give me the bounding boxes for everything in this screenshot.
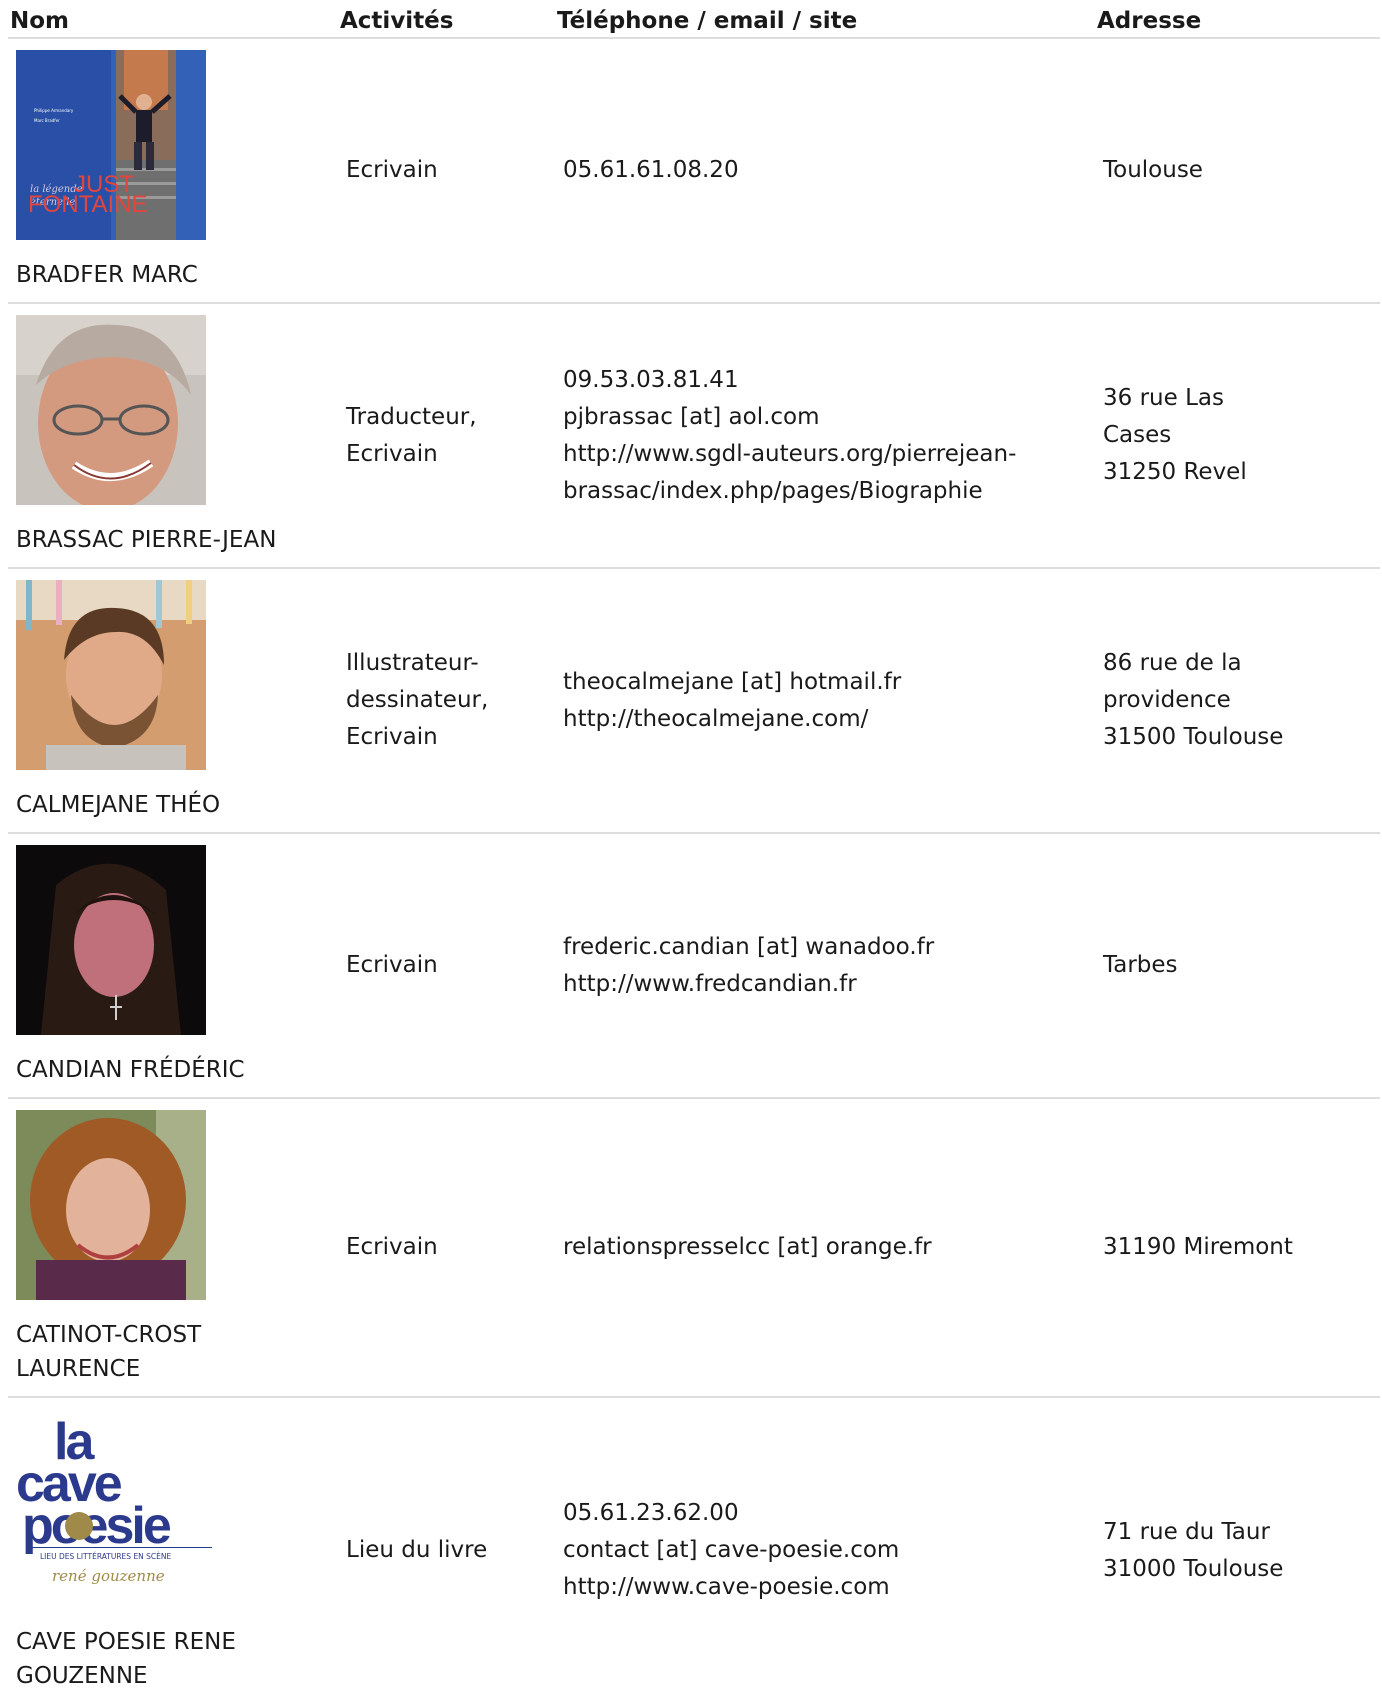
phone-text: 05.61.61.08.20: [563, 157, 739, 183]
website-link[interactable]: http://www.cave-poesie.com: [563, 1569, 1087, 1606]
activity-cell: Illustrateur- dessinateur, Ecrivain: [338, 568, 555, 834]
address-text: 71 rue du Taur: [1103, 1518, 1270, 1545]
person-name[interactable]: BRASSAC PIERRE-JEAN: [16, 523, 330, 557]
name-cell: la cave poesie LIEU DES LITTÉRATURES EN …: [8, 1397, 338, 1703]
address-text: 31500 Toulouse: [1103, 724, 1284, 750]
phone-text: 09.53.03.81.41: [563, 366, 739, 393]
logo-signature: rené gouzenne: [52, 1567, 165, 1585]
activity-text: Traducteur,: [346, 403, 477, 430]
contact-cell: relationspresselcc [at] orange.fr: [555, 1098, 1095, 1398]
person-photo[interactable]: [16, 580, 216, 780]
address-text: Cases: [1103, 422, 1172, 448]
person-photo[interactable]: [16, 315, 216, 515]
person-photo[interactable]: [16, 1110, 216, 1310]
website-link-continued[interactable]: brassac/index.php/pages/Biographie: [563, 473, 1087, 510]
contact-cell: 09.53.03.81.41 pjbrassac [at] aol.com ht…: [555, 303, 1095, 569]
website-link[interactable]: http://theocalmejane.com/: [563, 701, 1087, 738]
contact-cell: 05.61.61.08.20: [555, 38, 1095, 304]
activity-cell: Ecrivain: [338, 38, 555, 304]
email-text: frederic.candian [at] wanadoo.fr: [563, 933, 935, 960]
activity-text: Ecrivain: [346, 440, 438, 467]
activity-cell: Lieu du livre: [338, 1397, 555, 1703]
svg-text:Philippe Armandary: Philippe Armandary: [34, 108, 74, 113]
activity-cell: Ecrivain: [338, 1098, 555, 1398]
address-text: providence: [1103, 687, 1231, 713]
activity-cell: Traducteur, Ecrivain: [338, 303, 555, 569]
activity-cell: Ecrivain: [338, 833, 555, 1099]
table-row: CALMEJANE THÉO Illustrateur- dessinateur…: [8, 568, 1380, 834]
address-cell: Toulouse: [1095, 38, 1380, 304]
header-adresse: Adresse: [1095, 0, 1380, 39]
header-row: Nom Activités Téléphone / email / site A…: [8, 0, 1380, 39]
table-row: Philippe Armandary Marc Bradfer la légen…: [8, 38, 1380, 304]
activity-text: Ecrivain: [346, 724, 438, 750]
name-cell: CATINOT-CROST LAURENCE: [8, 1098, 338, 1398]
table-row: BRASSAC PIERRE-JEAN Traducteur, Ecrivain…: [8, 303, 1380, 569]
person-name[interactable]: BRADFER MARC: [16, 258, 330, 292]
address-cell: Tarbes: [1095, 833, 1380, 1099]
name-cell: BRASSAC PIERRE-JEAN: [8, 303, 338, 569]
contact-cell: 05.61.23.62.00 contact [at] cave-poesie.…: [555, 1397, 1095, 1703]
activity-text: Ecrivain: [346, 1234, 438, 1260]
table-row: CANDIAN FRÉDÉRIC Ecrivain frederic.candi…: [8, 833, 1380, 1099]
phone-text: 05.61.23.62.00: [563, 1500, 739, 1526]
logo-poesie: poesie: [22, 1497, 171, 1555]
cave-poesie-logo[interactable]: la cave poesie LIEU DES LITTÉRATURES EN …: [16, 1409, 216, 1609]
address-text: 86 rue de la: [1103, 650, 1242, 676]
activity-text: Ecrivain: [346, 952, 438, 978]
address-cell: 31190 Miremont: [1095, 1098, 1380, 1398]
name-cell: CANDIAN FRÉDÉRIC: [8, 833, 338, 1099]
address-text: 36 rue Las: [1103, 385, 1224, 411]
contact-cell: frederic.candian [at] wanadoo.fr http://…: [555, 833, 1095, 1099]
address-cell: 71 rue du Taur 31000 Toulouse: [1095, 1397, 1380, 1703]
website-link[interactable]: http://www.fredcandian.fr: [563, 966, 1087, 1003]
table-row: la cave poesie LIEU DES LITTÉRATURES EN …: [8, 1397, 1380, 1703]
activity-text: Illustrateur-: [346, 650, 479, 676]
name-cell: CALMEJANE THÉO: [8, 568, 338, 834]
table-row: CATINOT-CROST LAURENCE Ecrivain relation…: [8, 1098, 1380, 1398]
address-text: Toulouse: [1103, 157, 1203, 183]
name-cell: Philippe Armandary Marc Bradfer la légen…: [8, 38, 338, 304]
directory-table: Nom Activités Téléphone / email / site A…: [8, 0, 1380, 1703]
activity-text: dessinateur,: [346, 687, 489, 713]
activity-text: Ecrivain: [346, 157, 438, 183]
contact-cell: theocalmejane [at] hotmail.fr http://the…: [555, 568, 1095, 834]
email-text: contact [at] cave-poesie.com: [563, 1537, 900, 1563]
person-name[interactable]: CALMEJANE THÉO: [16, 788, 330, 822]
header-contact: Téléphone / email / site: [555, 0, 1095, 39]
address-cell: 36 rue Las Cases 31250 Revel: [1095, 303, 1380, 569]
book-cover-image[interactable]: Philippe Armandary Marc Bradfer la légen…: [16, 50, 216, 250]
address-cell: 86 rue de la providence 31500 Toulouse: [1095, 568, 1380, 834]
address-text: 31190 Miremont: [1103, 1234, 1293, 1260]
address-text: 31000 Toulouse: [1103, 1555, 1284, 1582]
header-activites: Activités: [338, 0, 555, 39]
logo-tagline: LIEU DES LITTÉRATURES EN SCÈNE: [40, 1552, 172, 1561]
svg-text:Marc Bradfer: Marc Bradfer: [34, 118, 60, 123]
address-text: 31250 Revel: [1103, 459, 1247, 485]
header-nom: Nom: [8, 0, 338, 39]
person-photo[interactable]: [16, 845, 216, 1045]
website-link[interactable]: http://www.sgdl-auteurs.org/pierrejean-: [563, 436, 1087, 473]
email-text: relationspresselcc [at] orange.fr: [563, 1234, 932, 1260]
person-name[interactable]: CAVE POESIE RENE GOUZENNE: [16, 1625, 256, 1693]
person-name[interactable]: CANDIAN FRÉDÉRIC: [16, 1053, 330, 1087]
cover-text-4: FONTAINE: [28, 191, 148, 218]
activity-text: Lieu du livre: [346, 1537, 488, 1563]
address-text: Tarbes: [1103, 952, 1178, 978]
email-text: theocalmejane [at] hotmail.fr: [563, 668, 902, 695]
email-text: pjbrassac [at] aol.com: [563, 403, 820, 430]
person-name[interactable]: CATINOT-CROST LAURENCE: [16, 1318, 246, 1386]
